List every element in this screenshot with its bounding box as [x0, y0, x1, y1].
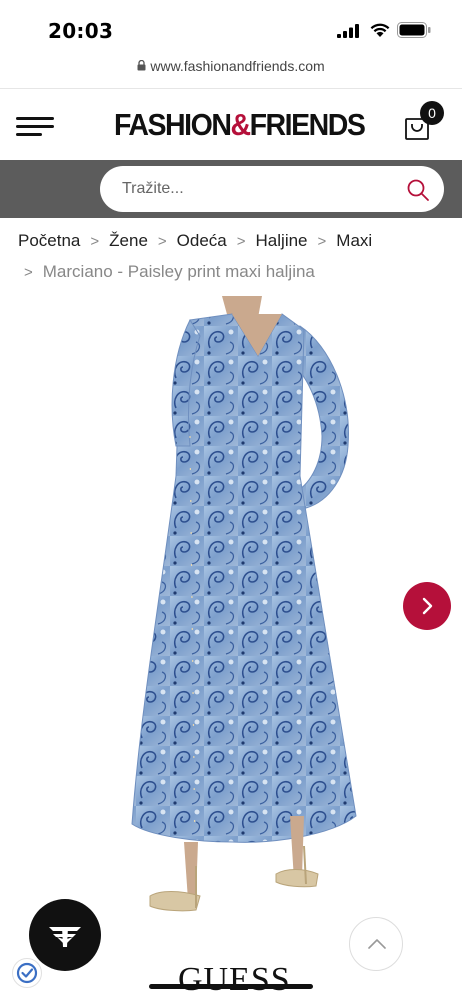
logo-text-left: FASHION [114, 107, 232, 142]
breadcrumb-home[interactable]: Početna [18, 231, 80, 250]
search-box [100, 166, 444, 212]
dress-illustration [131, 296, 357, 912]
chevron-right-icon: > [90, 233, 100, 250]
breadcrumb-dresses[interactable]: Haljine [256, 231, 308, 250]
search-band [0, 160, 462, 218]
search-input[interactable] [122, 166, 392, 212]
breadcrumb-current: Marciano - Paisley print maxi haljina [42, 262, 315, 281]
url-text: www.fashionandfriends.com [150, 58, 325, 74]
breadcrumb-maxi[interactable]: Maxi [336, 231, 372, 250]
search-icon[interactable] [406, 178, 430, 202]
menu-icon-line [16, 133, 42, 136]
wifi-icon [370, 23, 390, 37]
breadcrumb: Početna > Žene > Odeća > Haljine > Maxi > Marcian… [18, 226, 448, 288]
scroll-to-top-button[interactable] [349, 917, 403, 971]
verified-check-icon [16, 962, 38, 984]
logo-ampersand: & [230, 107, 251, 142]
chevron-right-icon: > [157, 233, 167, 250]
cart-count-badge: 0 [420, 101, 444, 125]
chevron-right-icon [422, 597, 433, 615]
status-time: 20:03 [48, 19, 114, 43]
cellular-signal-icon [337, 24, 359, 38]
chevron-up-icon [368, 939, 386, 949]
logo-text-right: FRIENDS [249, 107, 366, 142]
menu-button[interactable] [16, 115, 54, 137]
home-indicator [149, 984, 313, 989]
breadcrumb-women[interactable]: Žene [109, 231, 148, 250]
chevron-right-icon: > [317, 233, 327, 250]
menu-icon [16, 117, 54, 120]
site-logo[interactable]: FASHION&FRIENDS [114, 105, 366, 145]
lock-icon [137, 60, 146, 71]
verified-badge[interactable] [12, 958, 42, 988]
battery-icon [397, 22, 431, 38]
status-bar: 20:03 [0, 0, 462, 60]
site-header: FASHION&FRIENDS 0 [0, 88, 462, 160]
product-brand: GUESS [178, 961, 291, 998]
product-image[interactable] [0, 296, 462, 1000]
browser-url-bar[interactable]: www.fashionandfriends.com [0, 58, 462, 86]
breadcrumb-clothing[interactable]: Odeća [177, 231, 227, 250]
chevron-right-icon: > [236, 233, 246, 250]
menu-icon-line [16, 125, 54, 128]
chevron-right-icon: > [24, 264, 33, 281]
next-image-button[interactable] [403, 582, 451, 630]
